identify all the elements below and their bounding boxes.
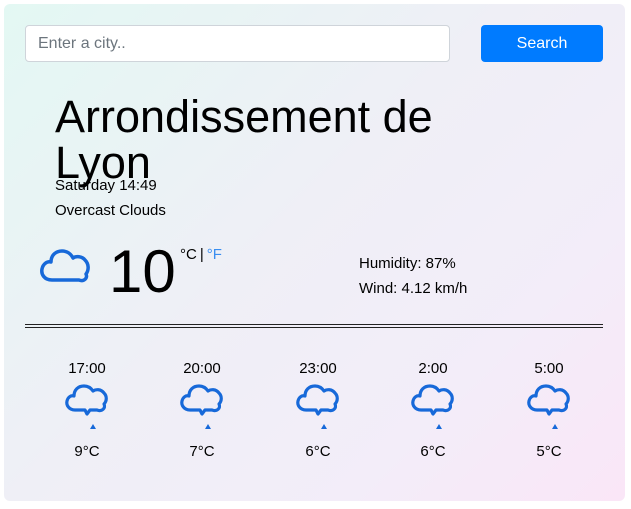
forecast-item: 17:00 9°C — [47, 358, 127, 468]
forecast-time: 2:00 — [418, 360, 448, 377]
forecast-time: 23:00 — [299, 360, 337, 377]
forecast-time: 5:00 — [534, 360, 564, 377]
weather-card: Search Arrondissement de Lyon Saturday 1… — [4, 4, 625, 501]
search-button[interactable]: Search — [481, 25, 603, 62]
rain-cloud-icon — [411, 384, 454, 416]
forecast-temp: 9°C — [74, 443, 100, 460]
rain-cloud-icon — [527, 384, 570, 416]
forecast-time: 17:00 — [68, 360, 106, 377]
forecast-time: 20:00 — [183, 360, 221, 377]
rain-drop-icon — [436, 424, 442, 429]
city-search-input[interactable] — [25, 25, 450, 62]
rain-drop-icon — [205, 424, 211, 429]
cloud-icon — [40, 249, 90, 283]
rain-cloud-icon — [65, 384, 108, 416]
rain-drop-icon — [321, 424, 327, 429]
forecast-item: 5:00 5°C — [509, 358, 589, 468]
forecast-temp: 6°C — [305, 443, 331, 460]
rain-drop-icon — [90, 424, 96, 429]
fahrenheit-link[interactable]: °F — [207, 246, 222, 263]
unit-toggle: °C | °F — [180, 246, 222, 263]
forecast-item: 2:00 6°C — [393, 358, 473, 468]
forecast-item: 23:00 6°C — [278, 358, 358, 468]
city-name: Arrondissement de Lyon — [55, 91, 433, 188]
humidity-readout: Humidity: 87% — [359, 255, 456, 272]
wind-readout: Wind: 4.12 km/h — [359, 280, 468, 297]
weather-description: Overcast Clouds — [55, 202, 166, 219]
section-divider — [25, 324, 603, 328]
hourly-forecast: 17:00 9°C 20:00 7°C 23:00 6°C 2:00 6°C 5… — [25, 358, 603, 468]
forecast-temp: 6°C — [420, 443, 446, 460]
celsius-unit[interactable]: °C — [180, 246, 197, 263]
forecast-temp: 5°C — [536, 443, 562, 460]
current-datetime: Saturday 14:49 — [55, 177, 157, 194]
unit-separator: | — [199, 246, 204, 263]
current-temperature: 10 — [109, 238, 176, 305]
rain-cloud-icon — [180, 384, 223, 416]
forecast-item: 20:00 7°C — [162, 358, 242, 468]
forecast-temp: 7°C — [189, 443, 215, 460]
rain-drop-icon — [552, 424, 558, 429]
rain-cloud-icon — [296, 384, 339, 416]
